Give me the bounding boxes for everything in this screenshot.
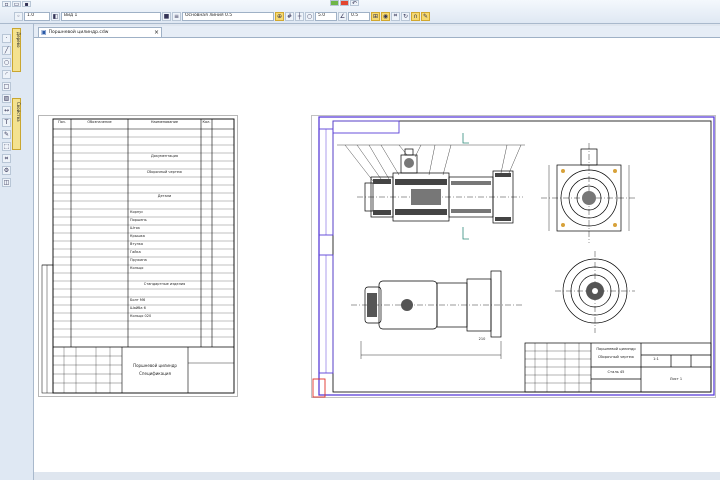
rect-tool-icon[interactable]: □ xyxy=(2,82,11,91)
scale-combo[interactable]: 1.0 xyxy=(24,11,50,21)
angle-icon[interactable]: ∠ xyxy=(338,11,347,21)
save-icon[interactable]: ▪ xyxy=(22,1,31,8)
layer-icon[interactable]: ◧ xyxy=(51,11,60,21)
document-tab[interactable]: ▣ Поршневой цилиндр.cdw × xyxy=(38,27,162,37)
style-icon[interactable]: ≡ xyxy=(172,11,181,21)
spec-header-pos: Поз. xyxy=(58,120,66,124)
refresh-icon[interactable]: ↻ xyxy=(401,11,410,21)
scale-value: 1.0 xyxy=(27,13,35,18)
tree-tab-label: Дерево xyxy=(16,32,21,48)
select-tool-icon[interactable]: ⬚ xyxy=(2,142,11,151)
layer-combo[interactable]: Вид 1 xyxy=(61,11,161,21)
overall-dimension: 210 xyxy=(478,337,486,341)
circle-tool-icon[interactable]: ○ xyxy=(2,58,11,67)
assembly-drawing-sheet: 210 Поршневой цилиндр Сборочный чертеж С… xyxy=(311,115,716,398)
spec-part: Гайка xyxy=(130,250,141,254)
red-icon[interactable] xyxy=(340,0,349,6)
snap-point-icon[interactable]: ◉ xyxy=(381,11,390,21)
drawing-title-line-1: Поршневой цилиндр xyxy=(596,347,636,351)
spec-part: Пружина xyxy=(130,258,147,262)
spec-subtitle: Спецификация xyxy=(139,371,171,376)
spec-header-name: Наименование xyxy=(150,120,179,124)
magnet-icon[interactable]: ∩ xyxy=(411,11,420,21)
hatch-tool-icon[interactable]: ▨ xyxy=(2,94,11,103)
spec-header-designation: Обозначение xyxy=(87,120,112,124)
properties-tab[interactable]: Свойства xyxy=(12,98,21,150)
snap-icon[interactable]: ⊕ xyxy=(275,11,284,21)
properties-tab-label: Свойства xyxy=(16,102,21,122)
tree-tab[interactable]: Дерево xyxy=(12,28,21,72)
spec-standard-item: Кольцо 020 xyxy=(130,314,152,318)
spec-section-parts: Детали xyxy=(157,194,172,198)
drawing-scale: 1:1 xyxy=(653,357,659,361)
line-style-combo[interactable]: Основная линия 0.5 xyxy=(182,11,274,21)
drawing-title-line-2: Сборочный чертеж xyxy=(597,355,635,359)
close-icon[interactable]: × xyxy=(154,29,159,36)
drawing-canvas[interactable]: Поз. Обозначение Наименование Кол. Докум… xyxy=(34,38,720,472)
assembly-drawing-svg xyxy=(311,115,716,398)
drawing-material: Сталь 45 xyxy=(607,370,625,374)
open-icon[interactable]: ▭ xyxy=(12,1,21,8)
tool-palette: · ╱ ○ ◜ □ ▨ ↔ T ✎ ⬚ ⌗ ⚙ ◫ xyxy=(2,34,11,187)
grid-icon[interactable]: # xyxy=(285,11,294,21)
spec-part: Поршень xyxy=(130,218,147,222)
spec-section-standard: Стандартные изделия xyxy=(143,282,186,286)
param-tool-icon[interactable]: ⚙ xyxy=(2,166,11,175)
spec-part: Кольцо xyxy=(130,266,144,270)
zoom-value: 0.5 xyxy=(351,13,359,18)
line-tool-icon[interactable]: ╱ xyxy=(2,46,11,55)
step-value: 5.0 xyxy=(318,13,326,18)
properties-toolbar: ◦ 1.0 ◧ Вид 1 ■ ≡ Основная линия 0.5 ⊕ #… xyxy=(14,11,430,21)
document-tabs: ▣ Поршневой цилиндр.cdw × xyxy=(34,26,720,38)
spec-header-qty: Кол. xyxy=(202,120,211,124)
spec-part: Крышка xyxy=(130,234,145,238)
spec-title: Поршневой цилиндр xyxy=(133,363,177,368)
document-tab-title: Поршневой цилиндр.cdw xyxy=(48,30,109,35)
pin-icon[interactable]: ◦ xyxy=(14,11,23,21)
line-style-value: Основная линия 0.5 xyxy=(185,13,233,18)
spec-standard-item: Шайба 6 xyxy=(130,306,146,310)
main-toolbar: ▫ ▭ ▪ ◦ 1.0 ◧ Вид 1 ■ ≡ Основная линия 0… xyxy=(0,0,720,24)
zoom-combo[interactable]: 0.5 xyxy=(348,11,370,21)
measure-icon[interactable]: ⌗ xyxy=(391,11,400,21)
highlight-icon[interactable]: ✎ xyxy=(421,11,430,21)
standard-toolbar: ▫ ▭ ▪ xyxy=(2,1,31,8)
spec-assembly-drawing: Сборочный чертеж xyxy=(146,170,183,174)
ortho-icon[interactable]: ┼ xyxy=(295,11,304,21)
arc-tool-icon[interactable]: ◜ xyxy=(2,70,11,79)
undo-icon[interactable]: ↶ xyxy=(350,0,359,7)
spec-part: Корпус xyxy=(130,210,144,214)
layer-value: Вид 1 xyxy=(64,13,78,18)
left-sidebar: Дерево Свойства · ╱ ○ ◜ □ ▨ ↔ T ✎ ⬚ ⌗ ⚙ … xyxy=(0,24,34,480)
view-tool-icon[interactable]: ◫ xyxy=(2,178,11,187)
measure-tool-icon[interactable]: ⌗ xyxy=(2,154,11,163)
edit-toolbar: ↶ xyxy=(330,0,359,7)
round-icon[interactable]: ○ xyxy=(305,11,314,21)
dimension-tool-icon[interactable]: ↔ xyxy=(2,106,11,115)
drawing-icon: ▣ xyxy=(41,29,47,36)
text-tool-icon[interactable]: T xyxy=(2,118,11,127)
spec-section-docs: Документация xyxy=(150,154,179,158)
snap-grid-icon[interactable]: ⊞ xyxy=(371,11,380,21)
green-icon[interactable] xyxy=(330,0,339,6)
spec-part: Шток xyxy=(130,226,141,230)
drawing-sheet-label: Лист 1 xyxy=(669,377,683,381)
spec-standard-item: Болт М6 xyxy=(130,298,146,302)
point-tool-icon[interactable]: · xyxy=(2,34,11,43)
step-combo[interactable]: 5.0 xyxy=(315,11,337,21)
specification-sheet: Поз. Обозначение Наименование Кол. Докум… xyxy=(38,115,238,397)
spec-part: Втулка xyxy=(130,242,144,246)
color-icon[interactable]: ■ xyxy=(162,11,171,21)
edit-tool-icon[interactable]: ✎ xyxy=(2,130,11,139)
new-icon[interactable]: ▫ xyxy=(2,1,11,8)
